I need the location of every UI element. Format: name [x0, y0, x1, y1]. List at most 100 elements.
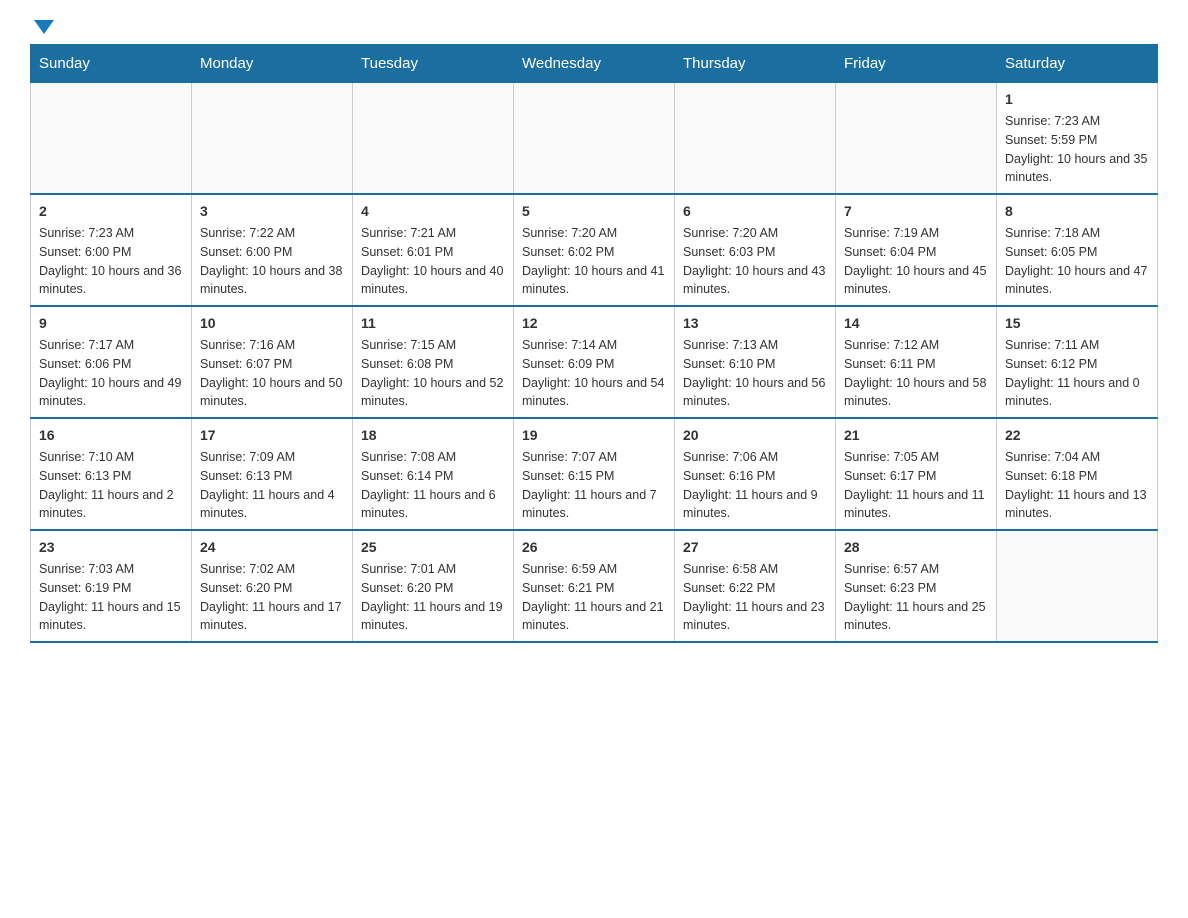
daylight-text: Daylight: 11 hours and 15 minutes.	[39, 600, 181, 633]
sunrise-text: Sunrise: 7:16 AM	[200, 338, 295, 352]
logo-triangle-icon	[34, 20, 54, 34]
calendar-cell	[31, 83, 192, 195]
day-number: 22	[1005, 425, 1149, 446]
calendar-cell: 19Sunrise: 7:07 AMSunset: 6:15 PMDayligh…	[514, 418, 675, 530]
sunset-text: Sunset: 6:19 PM	[39, 581, 131, 595]
daylight-text: Daylight: 11 hours and 17 minutes.	[200, 600, 342, 633]
daylight-text: Daylight: 10 hours and 52 minutes.	[361, 376, 503, 409]
sunset-text: Sunset: 6:05 PM	[1005, 245, 1097, 259]
sunrise-text: Sunrise: 7:03 AM	[39, 562, 134, 576]
sunrise-text: Sunrise: 6:59 AM	[522, 562, 617, 576]
calendar-cell: 8 Sunrise: 7:18 AM Sunset: 6:05 PM Daylight…	[997, 194, 1158, 306]
calendar-cell: 14Sunrise: 7:12 AMSunset: 6:11 PMDayligh…	[836, 306, 997, 418]
sunrise-text: Sunrise: 7:14 AM	[522, 338, 617, 352]
calendar-cell	[675, 83, 836, 195]
calendar-cell: 28Sunrise: 6:57 AMSunset: 6:23 PMDayligh…	[836, 530, 997, 642]
daylight-text: Daylight: 11 hours and 9 minutes.	[683, 488, 818, 521]
daylight-text: Daylight: 10 hours and 41 minutes.	[522, 264, 664, 297]
day-number: 28	[844, 537, 988, 558]
day-number: 21	[844, 425, 988, 446]
sunrise-text: Sunrise: 7:20 AM	[522, 226, 617, 240]
day-number: 13	[683, 313, 827, 334]
sunrise-text: Sunrise: 7:05 AM	[844, 450, 939, 464]
sunrise-text: Sunrise: 7:11 AM	[1005, 338, 1099, 352]
sunset-text: Sunset: 6:10 PM	[683, 357, 775, 371]
sunset-text: Sunset: 6:11 PM	[844, 357, 936, 371]
sunrise-text: Sunrise: 7:10 AM	[39, 450, 134, 464]
daylight-text: Daylight: 10 hours and 47 minutes.	[1005, 264, 1147, 297]
sunrise-text: Sunrise: 7:08 AM	[361, 450, 456, 464]
day-number: 11	[361, 313, 505, 334]
sunset-text: Sunset: 6:18 PM	[1005, 469, 1097, 483]
calendar-cell: 27 Sunrise: 6:58 AM Sunset: 6:22 PM Dayligh…	[675, 530, 836, 642]
sunrise-text: Sunrise: 7:20 AM	[683, 226, 778, 240]
calendar-cell: 11 Sunrise: 7:15 AM Sunset: 6:08 PM Dayligh…	[353, 306, 514, 418]
daylight-text: Daylight: 10 hours and 40 minutes.	[361, 264, 503, 297]
day-number: 26	[522, 537, 666, 558]
day-number: 2	[39, 201, 183, 222]
daylight-text: Daylight: 11 hours and 0 minutes.	[1005, 376, 1140, 409]
sunrise-text: Sunrise: 7:18 AM	[1005, 226, 1100, 240]
day-number: 9	[39, 313, 183, 334]
calendar-cell: 4Sunrise: 7:21 AMSunset: 6:01 PMDaylight…	[353, 194, 514, 306]
sunset-text: Sunset: 6:07 PM	[200, 357, 292, 371]
sunrise-text: Sunrise: 6:58 AM	[683, 562, 778, 576]
column-header-wednesday: Wednesday	[514, 45, 675, 83]
day-number: 19	[522, 425, 666, 446]
calendar-cell: 7Sunrise: 7:19 AMSunset: 6:04 PMDaylight…	[836, 194, 997, 306]
day-number: 15	[1005, 313, 1149, 334]
daylight-text: Daylight: 11 hours and 4 minutes.	[200, 488, 335, 521]
calendar-cell: 18Sunrise: 7:08 AMSunset: 6:14 PMDayligh…	[353, 418, 514, 530]
sunset-text: Sunset: 6:13 PM	[200, 469, 292, 483]
calendar-cell	[192, 83, 353, 195]
day-number: 4	[361, 201, 505, 222]
calendar-table: SundayMondayTuesdayWednesdayThursdayFrid…	[30, 44, 1158, 643]
column-header-thursday: Thursday	[675, 45, 836, 83]
logo	[30, 20, 54, 34]
sunset-text: Sunset: 6:03 PM	[683, 245, 775, 259]
sunset-text: Sunset: 6:13 PM	[39, 469, 131, 483]
sunset-text: Sunset: 6:00 PM	[39, 245, 131, 259]
sunrise-text: Sunrise: 7:19 AM	[844, 226, 939, 240]
sunset-text: Sunset: 6:14 PM	[361, 469, 453, 483]
day-number: 6	[683, 201, 827, 222]
calendar-cell: 17Sunrise: 7:09 AMSunset: 6:13 PMDayligh…	[192, 418, 353, 530]
day-number: 27	[683, 537, 827, 558]
sunset-text: Sunset: 6:08 PM	[361, 357, 453, 371]
sunset-text: Sunset: 6:01 PM	[361, 245, 453, 259]
day-number: 12	[522, 313, 666, 334]
day-number: 10	[200, 313, 344, 334]
calendar-cell: 23Sunrise: 7:03 AMSunset: 6:19 PMDayligh…	[31, 530, 192, 642]
daylight-text: Daylight: 11 hours and 7 minutes.	[522, 488, 657, 521]
daylight-text: Daylight: 11 hours and 2 minutes.	[39, 488, 174, 521]
daylight-text: Daylight: 11 hours and 23 minutes.	[683, 600, 825, 633]
day-number: 24	[200, 537, 344, 558]
sunrise-text: Sunrise: 7:09 AM	[200, 450, 295, 464]
logo-text	[30, 20, 54, 34]
calendar-cell	[514, 83, 675, 195]
day-number: 8	[1005, 201, 1149, 222]
calendar-cell: 20Sunrise: 7:06 AMSunset: 6:16 PMDayligh…	[675, 418, 836, 530]
sunset-text: Sunset: 6:17 PM	[844, 469, 936, 483]
calendar-cell: 1Sunrise: 7:23 AMSunset: 5:59 PMDaylight…	[997, 83, 1158, 195]
sunrise-text: Sunrise: 7:13 AM	[683, 338, 778, 352]
sunset-text: Sunset: 6:22 PM	[683, 581, 775, 595]
sunrise-text: Sunrise: 7:15 AM	[361, 338, 456, 352]
day-number: 3	[200, 201, 344, 222]
day-number: 5	[522, 201, 666, 222]
daylight-text: Daylight: 10 hours and 35 minutes.	[1005, 152, 1147, 185]
day-number: 18	[361, 425, 505, 446]
daylight-text: Daylight: 10 hours and 49 minutes.	[39, 376, 181, 409]
page-header	[30, 20, 1158, 34]
sunrise-text: Sunrise: 7:22 AM	[200, 226, 295, 240]
sunset-text: Sunset: 6:15 PM	[522, 469, 614, 483]
calendar-cell: 21Sunrise: 7:05 AMSunset: 6:17 PMDayligh…	[836, 418, 997, 530]
calendar-cell: 25Sunrise: 7:01 AMSunset: 6:20 PMDayligh…	[353, 530, 514, 642]
daylight-text: Daylight: 11 hours and 21 minutes.	[522, 600, 664, 633]
calendar-cell	[353, 83, 514, 195]
sunrise-text: Sunrise: 7:23 AM	[39, 226, 134, 240]
sunset-text: Sunset: 6:20 PM	[200, 581, 292, 595]
sunset-text: Sunset: 6:20 PM	[361, 581, 453, 595]
daylight-text: Daylight: 10 hours and 43 minutes.	[683, 264, 825, 297]
daylight-text: Daylight: 11 hours and 19 minutes.	[361, 600, 503, 633]
